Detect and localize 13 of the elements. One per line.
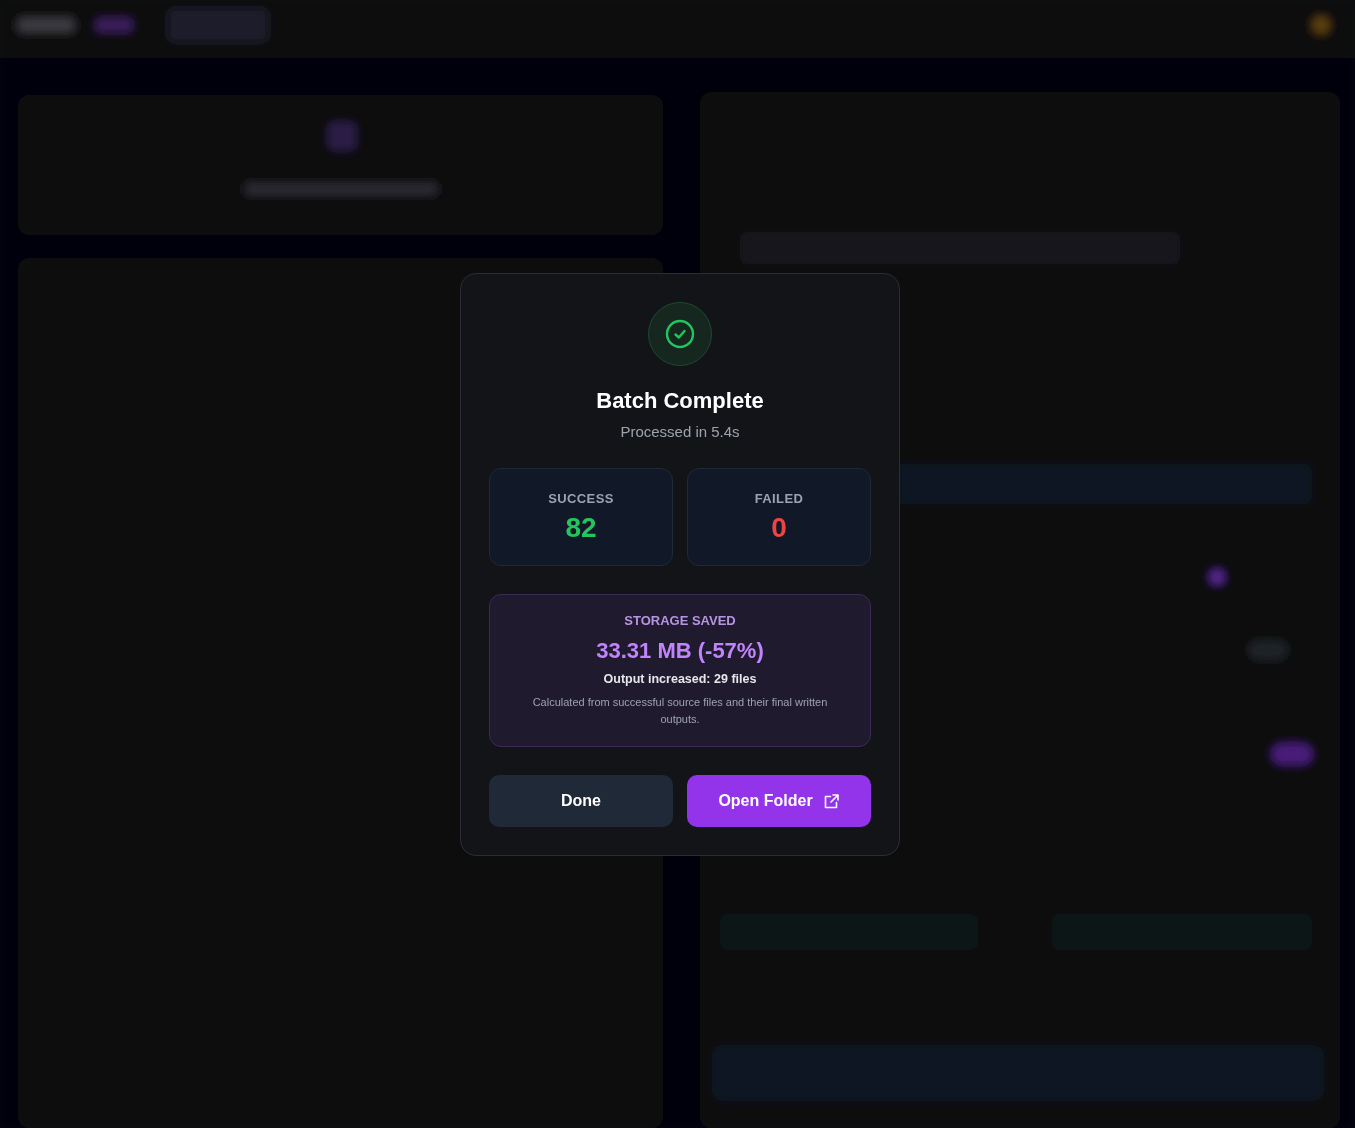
external-link-icon xyxy=(822,792,840,810)
stat-label: SUCCESS xyxy=(548,490,614,506)
open-folder-button[interactable]: Open Folder xyxy=(687,775,871,827)
stat-value: 82 xyxy=(565,511,597,544)
storage-note: Calculated from successful source files and their final written outputs. xyxy=(531,695,829,727)
stat-label: FAILED xyxy=(754,490,804,506)
storage-value: 33.31 MB (-57%) xyxy=(596,638,764,664)
storage-label: STORAGE SAVED xyxy=(624,613,736,628)
output-increased-text: Output increased: 29 files xyxy=(603,672,757,686)
processed-time: Processed in 5.4s xyxy=(620,423,740,440)
done-button[interactable]: Done xyxy=(489,775,673,827)
dialog-title: Batch Complete xyxy=(596,388,764,414)
stat-value: 0 xyxy=(771,511,787,544)
